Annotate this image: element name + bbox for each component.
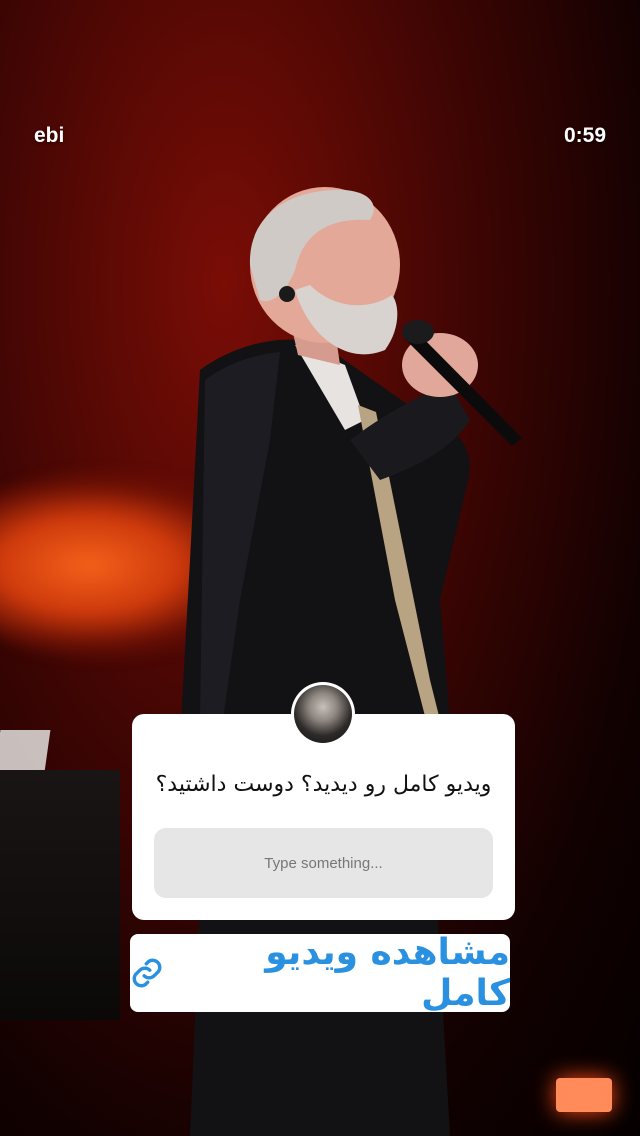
question-text: ویدیو کامل رو دیدید؟ دوست داشتید؟ (155, 772, 492, 797)
link-sticker[interactable]: مشاهده ویدیو کامل (130, 932, 510, 1014)
answer-input[interactable]: Type something... (154, 828, 493, 898)
piano (0, 770, 120, 1020)
story-header: ebi 0:59 (34, 124, 606, 148)
avatar (291, 682, 355, 746)
floor-light (556, 1078, 612, 1112)
username[interactable]: ebi (34, 124, 64, 148)
avatar-image (294, 685, 352, 743)
link-icon (130, 955, 165, 991)
story-timer: 0:59 (563, 124, 606, 147)
story-viewer[interactable]: ebi 0:59 ویدیو کامل رو دیدید؟ دوست داشتی… (0, 0, 640, 1136)
link-label: مشاهده ویدیو کامل (265, 932, 510, 1014)
